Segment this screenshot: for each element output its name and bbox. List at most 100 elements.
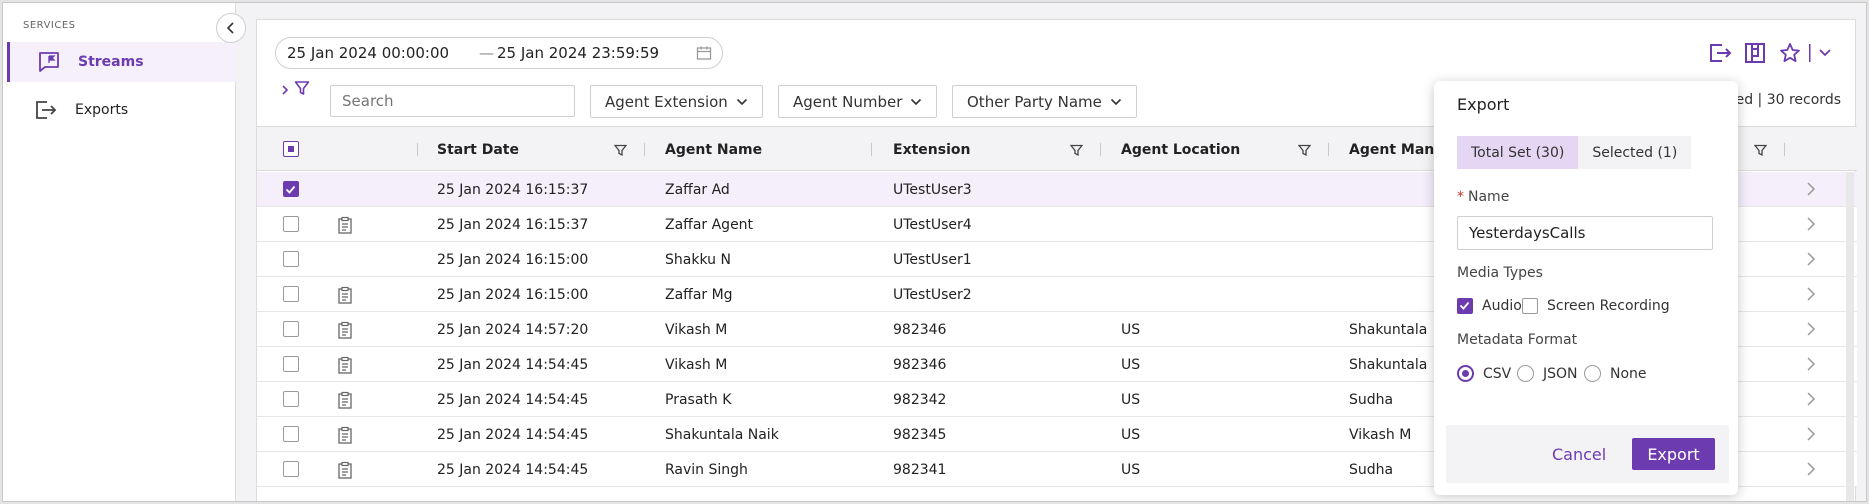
date-separator: — xyxy=(479,44,494,62)
export-name-field[interactable] xyxy=(1457,216,1713,250)
clipboard-icon[interactable] xyxy=(337,277,353,312)
cell-ext: UTestUser3 xyxy=(893,181,972,198)
cell-ext: 982346 xyxy=(893,321,947,338)
clipboard-icon[interactable] xyxy=(337,452,353,487)
cell-ext: UTestUser4 xyxy=(893,216,972,233)
filter-chip-agent-extension[interactable]: Agent Extension xyxy=(590,85,763,118)
tab-total-set[interactable]: Total Set (30) xyxy=(1457,136,1579,169)
chevron-right-icon[interactable] xyxy=(1806,216,1816,236)
sidebar-item-exports[interactable]: Exports xyxy=(7,90,236,130)
cell-ext: 982342 xyxy=(893,391,947,408)
clipboard-icon[interactable] xyxy=(337,382,353,417)
table-scrollbar[interactable] xyxy=(1846,172,1854,501)
row-checkbox[interactable] xyxy=(283,461,299,477)
tab-selected[interactable]: Selected (1) xyxy=(1578,136,1692,169)
row-checkbox[interactable] xyxy=(283,216,299,232)
date-to[interactable]: 25 Jan 2024 23:59:59 xyxy=(497,44,659,62)
option-label: None xyxy=(1610,365,1647,382)
export-button[interactable]: Export xyxy=(1632,438,1715,470)
column-header-extension[interactable]: Extension xyxy=(893,127,970,172)
row-checkbox[interactable] xyxy=(283,391,299,407)
metadata-json-radio[interactable]: JSON xyxy=(1517,365,1578,382)
date-range-picker[interactable]: 25 Jan 2024 00:00:00 — 25 Jan 2024 23:59… xyxy=(275,37,723,69)
cell-start: 25 Jan 2024 16:15:37 xyxy=(437,181,589,198)
clipboard-icon[interactable] xyxy=(337,347,353,382)
media-screen-recording-checkbox[interactable]: Screen Recording xyxy=(1522,298,1670,314)
filter-chip-agent-number[interactable]: Agent Number xyxy=(778,85,938,118)
metadata-format-label: Metadata Format xyxy=(1457,332,1578,348)
chevron-right-icon[interactable] xyxy=(1806,356,1816,376)
cell-start: 25 Jan 2024 14:54:45 xyxy=(437,356,589,373)
calendar-icon[interactable] xyxy=(696,45,712,65)
clipboard-icon[interactable] xyxy=(337,207,353,242)
media-audio-checkbox[interactable]: Audio xyxy=(1457,298,1522,314)
cell-start: 25 Jan 2024 14:54:45 xyxy=(437,391,589,408)
chip-label: Agent Number xyxy=(793,92,903,111)
checkbox-unchecked xyxy=(1522,298,1538,314)
column-divider xyxy=(871,143,872,156)
column-filter-icon[interactable] xyxy=(613,143,628,161)
option-label: Screen Recording xyxy=(1547,298,1670,314)
row-checkbox[interactable] xyxy=(283,286,299,302)
cell-manager: Shakuntala xyxy=(1349,321,1428,338)
chevron-down-icon xyxy=(736,98,747,105)
column-filter-icon[interactable] xyxy=(1297,143,1312,161)
cell-ext: UTestUser2 xyxy=(893,286,972,303)
column-filter-icon[interactable] xyxy=(1753,143,1768,161)
filter-chip-other-party-name[interactable]: Other Party Name xyxy=(952,85,1137,118)
chevron-right-icon[interactable] xyxy=(1806,426,1816,446)
row-checkbox[interactable] xyxy=(283,181,299,197)
clipboard-icon[interactable] xyxy=(337,312,353,347)
row-checkbox[interactable] xyxy=(283,426,299,442)
cell-start: 25 Jan 2024 16:15:00 xyxy=(437,251,589,268)
chevron-right-icon[interactable] xyxy=(1806,181,1816,201)
metadata-none-radio[interactable]: None xyxy=(1584,365,1647,382)
filter-icon[interactable] xyxy=(294,80,310,100)
chevron-right-icon[interactable] xyxy=(1806,461,1816,481)
chevron-down-icon[interactable] xyxy=(1813,41,1837,65)
cancel-button[interactable]: Cancel xyxy=(1542,438,1616,470)
chevron-right-icon[interactable] xyxy=(1806,321,1816,341)
chevron-right-icon[interactable] xyxy=(1806,251,1816,271)
export-icon[interactable] xyxy=(1708,41,1732,65)
radio-unselected xyxy=(1517,365,1534,382)
required-mark: * xyxy=(1457,189,1464,205)
cell-manager: Sudha xyxy=(1349,391,1394,408)
expand-filters-chevron-icon[interactable] xyxy=(281,84,289,100)
row-checkbox[interactable] xyxy=(283,356,299,372)
column-header-agent-name[interactable]: Agent Name xyxy=(665,127,762,172)
cell-ext: 982341 xyxy=(893,461,947,478)
cell-location: US xyxy=(1121,461,1141,478)
chevron-right-icon[interactable] xyxy=(1806,391,1816,411)
star-icon[interactable] xyxy=(1778,41,1802,65)
row-checkbox[interactable] xyxy=(283,251,299,267)
popover-footer: Cancel Export xyxy=(1446,425,1729,483)
chevron-down-icon xyxy=(911,98,922,105)
radio-unselected xyxy=(1584,365,1601,382)
cell-manager: Sudha xyxy=(1349,461,1394,478)
cell-agent: Shakku N xyxy=(665,251,731,268)
column-header-agent-manager[interactable]: Agent Mana xyxy=(1349,127,1444,172)
date-from[interactable]: 25 Jan 2024 00:00:00 xyxy=(287,44,449,62)
chevron-right-icon[interactable] xyxy=(1806,286,1816,306)
board-view-icon[interactable] xyxy=(1743,41,1767,65)
collapse-sidebar-button[interactable] xyxy=(216,13,246,43)
sidebar: SERVICES Streams Exports xyxy=(3,3,236,501)
option-label: JSON xyxy=(1543,365,1578,382)
cell-ext: 982346 xyxy=(893,356,947,373)
select-all-checkbox[interactable] xyxy=(283,141,299,157)
cell-manager: Shakuntala xyxy=(1349,356,1428,373)
sidebar-item-streams[interactable]: Streams xyxy=(7,42,236,82)
chevron-down-icon xyxy=(1110,98,1121,105)
row-checkbox[interactable] xyxy=(283,321,299,337)
clipboard-icon[interactable] xyxy=(337,417,353,452)
search-input[interactable] xyxy=(330,85,575,117)
column-header-agent-location[interactable]: Agent Location xyxy=(1121,127,1240,172)
cell-agent: Zaffar Agent xyxy=(665,216,754,233)
sidebar-item-label: Streams xyxy=(78,54,144,70)
column-header-start-date[interactable]: Start Date xyxy=(437,127,519,172)
metadata-csv-radio[interactable]: CSV xyxy=(1457,365,1511,382)
column-filter-icon[interactable] xyxy=(1069,143,1084,161)
chevron-left-icon xyxy=(226,22,234,34)
name-label-text: Name xyxy=(1468,189,1510,205)
